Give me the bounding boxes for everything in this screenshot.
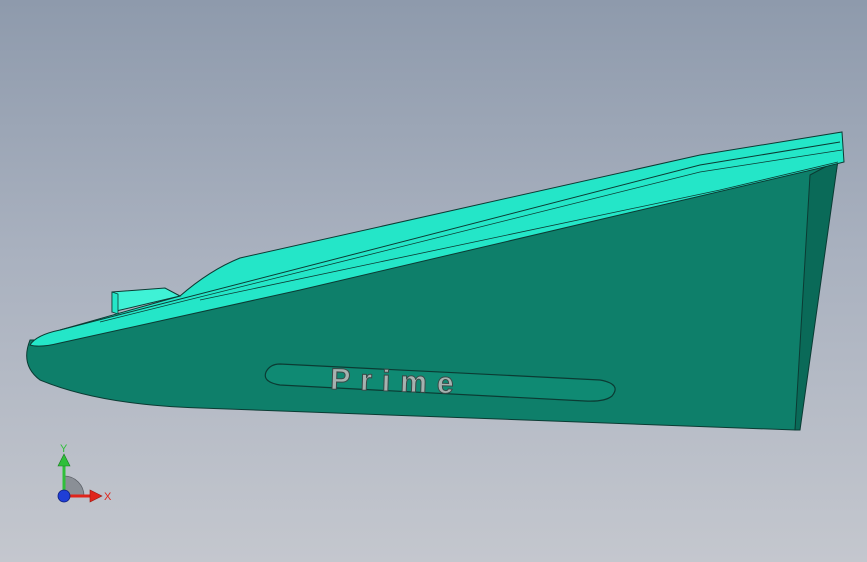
model-rear-tab-side bbox=[111, 291, 119, 315]
emboss-text: Prime bbox=[330, 363, 464, 401]
x-axis-arrow bbox=[89, 489, 103, 503]
axis-triad: Y X bbox=[57, 443, 112, 503]
y-axis-label: Y bbox=[60, 443, 68, 455]
z-axis-dot bbox=[57, 489, 71, 503]
3d-viewport[interactable]: Prime bbox=[0, 0, 867, 562]
y-axis-arrow bbox=[57, 453, 71, 467]
x-axis-label: X bbox=[104, 491, 112, 503]
